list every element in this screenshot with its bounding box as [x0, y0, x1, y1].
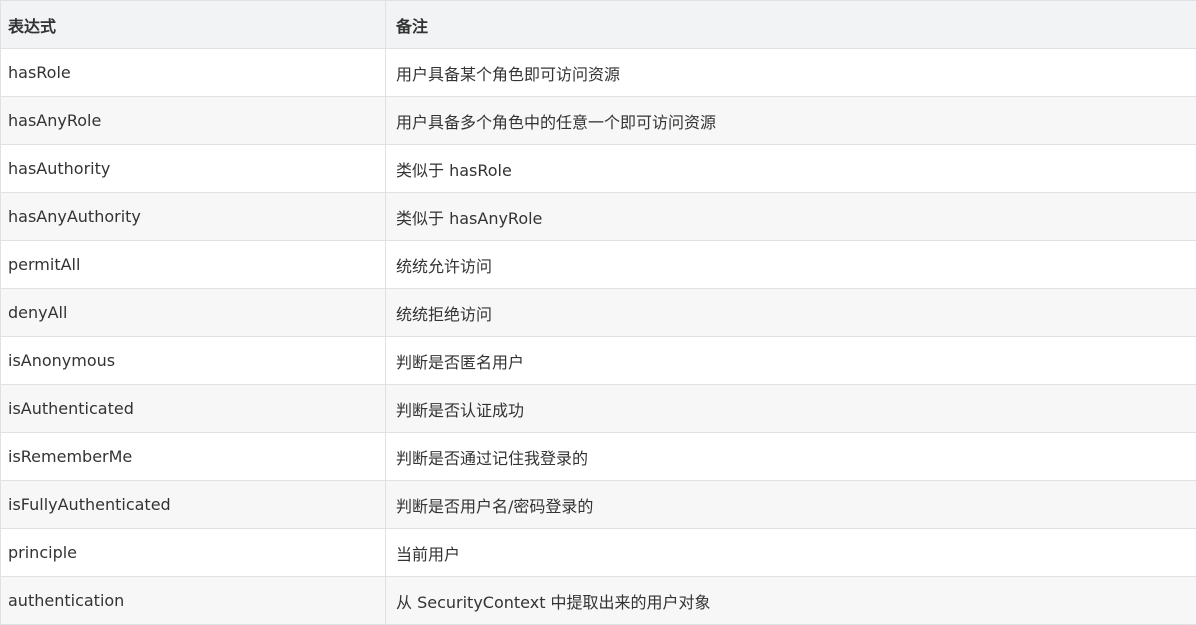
note-cell: 统统允许访问: [385, 240, 1196, 289]
table-header: 表达式 备注: [0, 0, 1196, 49]
table-row: principle 当前用户: [0, 528, 1196, 577]
note-cell: 判断是否匿名用户: [385, 336, 1196, 385]
expression-cell: isFullyAuthenticated: [0, 480, 386, 529]
expression-table: 表达式 备注 hasRole 用户具备某个角色即可访问资源 hasAnyRole 用户…: [0, 0, 1196, 625]
note-cell: 判断是否认证成功: [385, 384, 1196, 433]
expression-cell: isAuthenticated: [0, 384, 386, 433]
expression-cell: hasRole: [0, 48, 386, 97]
table-row: hasAnyRole 用户具备多个角色中的任意一个即可访问资源: [0, 96, 1196, 145]
expression-cell: hasAnyAuthority: [0, 192, 386, 241]
header-expression: 表达式: [0, 0, 386, 49]
expression-cell: permitAll: [0, 240, 386, 289]
table-row: isRememberMe 判断是否通过记住我登录的: [0, 432, 1196, 481]
expression-cell: authentication: [0, 576, 386, 625]
expression-cell: isAnonymous: [0, 336, 386, 385]
table-row: hasRole 用户具备某个角色即可访问资源: [0, 48, 1196, 97]
note-cell: 统统拒绝访问: [385, 288, 1196, 337]
table-row: denyAll 统统拒绝访问: [0, 288, 1196, 337]
expression-cell: denyAll: [0, 288, 386, 337]
note-cell: 用户具备某个角色即可访问资源: [385, 48, 1196, 97]
table-row: isAuthenticated 判断是否认证成功: [0, 384, 1196, 433]
table-row: isFullyAuthenticated 判断是否用户名/密码登录的: [0, 480, 1196, 529]
note-cell: 当前用户: [385, 528, 1196, 577]
expression-cell: isRememberMe: [0, 432, 386, 481]
table-row: isAnonymous 判断是否匿名用户: [0, 336, 1196, 385]
note-cell: 类似于 hasAnyRole: [385, 192, 1196, 241]
header-note: 备注: [385, 0, 1196, 49]
note-cell: 判断是否通过记住我登录的: [385, 432, 1196, 481]
expression-cell: hasAuthority: [0, 144, 386, 193]
header-row: 表达式 备注: [0, 0, 1196, 49]
expression-cell: hasAnyRole: [0, 96, 386, 145]
note-cell: 判断是否用户名/密码登录的: [385, 480, 1196, 529]
expression-cell: principle: [0, 528, 386, 577]
note-cell: 从 SecurityContext 中提取出来的用户对象: [385, 576, 1196, 625]
note-cell: 类似于 hasRole: [385, 144, 1196, 193]
table-row: permitAll 统统允许访问: [0, 240, 1196, 289]
table-body: hasRole 用户具备某个角色即可访问资源 hasAnyRole 用户具备多个角色中…: [0, 48, 1196, 625]
table-row: hasAnyAuthority 类似于 hasAnyRole: [0, 192, 1196, 241]
table-row: hasAuthority 类似于 hasRole: [0, 144, 1196, 193]
note-cell: 用户具备多个角色中的任意一个即可访问资源: [385, 96, 1196, 145]
table-row: authentication 从 SecurityContext 中提取出来的用户…: [0, 576, 1196, 625]
